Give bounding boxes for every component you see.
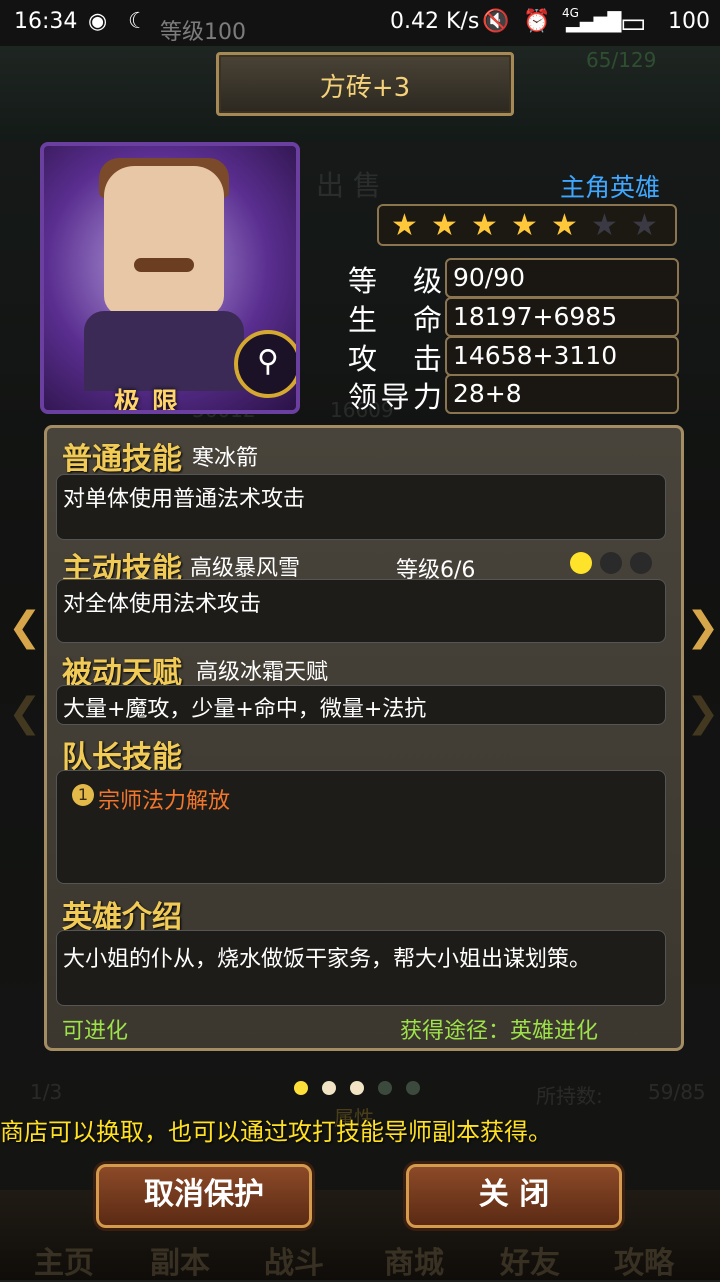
star-icon: ★ [471, 208, 498, 243]
evolvable-label: 可进化 [62, 1019, 129, 1044]
hero-card[interactable]: ⚲ 极限 [40, 142, 300, 414]
star-empty-icon: ★ [591, 208, 618, 243]
close-button[interactable]: 关 闭 [406, 1164, 622, 1228]
page-dot[interactable] [350, 1081, 364, 1095]
app-icon: ◉ [88, 9, 108, 34]
hero-mustache [134, 258, 194, 272]
passive-skill-desc: 大量+魔攻，少量+命中，微量+法抗 [63, 697, 427, 722]
next-arrow-icon[interactable]: ❯ [686, 604, 720, 650]
moon-icon: ☾ [128, 9, 148, 34]
stat-leadership-label: 领导力 [348, 380, 442, 414]
status-battery: 100 [668, 9, 710, 34]
star-icon: ★ [391, 208, 418, 243]
normal-skill-name: 寒冰箭 [192, 446, 259, 471]
stat-level-box: 90/90 [445, 258, 679, 298]
scrolling-tip: 商店可以换取，也可以通过攻打技能导师副本获得。 [0, 1118, 552, 1146]
battery-icon: ▭ [620, 6, 647, 39]
mage-class-icon: ⚲ [234, 330, 296, 398]
normal-skill-desc-box: 对单体使用普通法术攻击 [56, 474, 666, 540]
hero-intro-desc-box: 大小姐的仆从，烧水做饭干家务，帮大小姐出谋划策。 [56, 930, 666, 1006]
status-bar: 16:34 ◉ ☾ 0.42 K/s 🔇 ⏰ 4G ▂▄▆█ ▭ 100 [0, 0, 720, 46]
skill-level-dot-filled [570, 552, 592, 574]
bg-prev-arrow-icon: ❮ [8, 690, 42, 736]
leader-skill-name: 宗师法力解放 [98, 789, 231, 814]
obtain-route-label: 获得途径：英雄进化 [400, 1019, 599, 1044]
normal-skill-title: 普通技能 [62, 442, 182, 477]
stat-leadership-value: 28+8 [453, 379, 522, 408]
active-skill-name: 高级暴风雪 [190, 556, 301, 581]
star-rating: ★ ★ ★ ★ ★ ★ ★ [377, 204, 677, 246]
stat-atk-box: 14658+3110 [445, 336, 679, 376]
stat-hp-box: 18197+6985 [445, 297, 679, 337]
hero-name: 方砖+3 [319, 73, 411, 103]
passive-skill-desc-box: 大量+魔攻，少量+命中，微量+法抗 [56, 685, 666, 725]
prev-arrow-icon[interactable]: ❮ [8, 604, 42, 650]
skill-level-dot-empty [630, 552, 652, 574]
leader-skill-number: 1 [72, 784, 94, 806]
normal-skill-desc: 对单体使用普通法术攻击 [63, 487, 306, 512]
star-icon: ★ [431, 208, 458, 243]
page-dot[interactable] [378, 1081, 392, 1095]
stat-atk-value: 14658+3110 [453, 341, 618, 370]
star-icon: ★ [551, 208, 578, 243]
passive-skill-name: 高级冰霜天赋 [196, 660, 329, 685]
status-speed: 0.42 K/s [390, 9, 480, 34]
hero-body [84, 311, 244, 391]
hero-portrait [104, 166, 224, 316]
stat-hp-value: 18197+6985 [453, 302, 618, 331]
hero-title-plate: 方砖+3 [216, 52, 514, 116]
active-skill-desc-box: 对全体使用法术攻击 [56, 579, 666, 643]
card-label: 极限 [114, 388, 191, 414]
skill-level-dot-empty [600, 552, 622, 574]
page-dot[interactable] [322, 1081, 336, 1095]
stat-level-label: 等级 [348, 264, 442, 298]
bg-level: 等级100 [160, 20, 246, 45]
stat-hp-label: 生命 [348, 303, 442, 337]
hero-intro-desc: 大小姐的仆从，烧水做饭干家务，帮大小姐出谋划策。 [63, 947, 592, 972]
star-empty-icon: ★ [631, 208, 658, 243]
page-dot-active[interactable] [294, 1081, 308, 1095]
alarm-icon: ⏰ [523, 9, 551, 34]
stat-leadership-box: 28+8 [445, 374, 679, 414]
unprotect-button[interactable]: 取消保护 [96, 1164, 312, 1228]
signal-icon: ▂▄▆█ [566, 12, 622, 33]
bg-next-arrow-icon: ❯ [686, 690, 720, 736]
stat-level-value: 90/90 [453, 263, 526, 292]
stat-atk-label: 攻击 [348, 342, 442, 376]
page-dot[interactable] [406, 1081, 420, 1095]
hero-role: 主角英雄 [560, 173, 661, 202]
active-skill-desc: 对全体使用法术攻击 [63, 592, 262, 617]
mute-icon: 🔇 [482, 9, 510, 34]
star-icon: ★ [511, 208, 538, 243]
status-time: 16:34 [14, 9, 78, 34]
